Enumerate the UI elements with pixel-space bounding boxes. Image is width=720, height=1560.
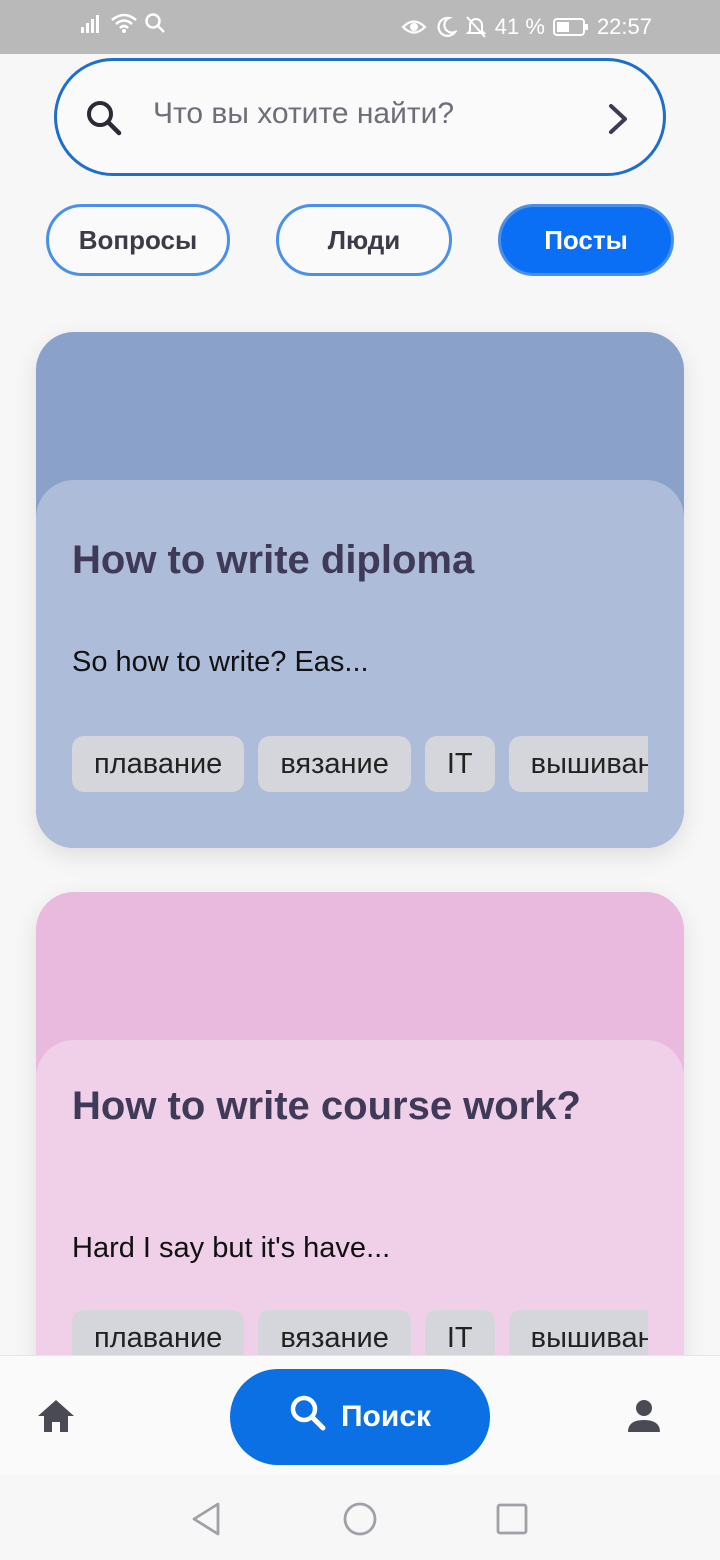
signal-icon — [80, 12, 104, 34]
home-icon[interactable] — [34, 1396, 78, 1441]
back-icon[interactable] — [188, 1501, 224, 1542]
clock: 22:57 — [596, 14, 652, 39]
home-circle-icon[interactable] — [342, 1501, 378, 1542]
tag-chip[interactable]: IT — [424, 736, 495, 792]
bottom-nav: Поиск — [0, 1355, 720, 1475]
filter-people[interactable]: Люди — [276, 204, 452, 276]
recents-icon[interactable] — [494, 1501, 530, 1542]
search-icon — [289, 1394, 327, 1440]
tag-chip[interactable]: вязание — [258, 736, 411, 792]
battery-percent: 41 % — [494, 14, 545, 39]
post-title: How to write diploma — [72, 538, 475, 582]
profile-icon[interactable] — [624, 1396, 664, 1441]
post-tags: плавание вязание IT вышивание — [72, 736, 648, 794]
bell-off-icon — [465, 15, 487, 39]
wifi-icon — [110, 12, 138, 34]
search-nav-label: Поиск — [340, 1400, 432, 1433]
search-icon — [85, 99, 123, 142]
system-nav-bar — [0, 1475, 720, 1560]
tag-chip[interactable]: плавание — [72, 736, 245, 792]
post-excerpt: So how to write? Eas... — [72, 646, 369, 678]
moon-icon — [435, 16, 457, 38]
battery-icon — [552, 17, 589, 37]
search-nav-button[interactable]: Поиск — [230, 1369, 490, 1465]
search-placeholder[interactable]: Что вы хотите найти? — [153, 97, 454, 131]
tag-chip[interactable]: вышивание — [508, 736, 648, 792]
search-screen: 41 % 22:57 Что вы хотите найти? Вопросы … — [0, 0, 720, 1560]
status-bar: 41 % 22:57 — [0, 0, 720, 54]
filter-questions[interactable]: Вопросы — [46, 204, 230, 276]
post-excerpt: Hard I say but it's have... — [72, 1232, 391, 1264]
search-status-icon — [144, 12, 166, 34]
post-title: How to write course work? — [72, 1084, 581, 1128]
search-field[interactable]: Что вы хотите найти? — [54, 58, 666, 176]
eye-icon — [401, 16, 427, 38]
chevron-right-icon[interactable] — [607, 103, 629, 140]
post-card[interactable]: How to write diploma So how to write? Ea… — [36, 332, 684, 848]
filter-posts[interactable]: Посты — [498, 204, 674, 276]
post-card-body: How to write diploma So how to write? Ea… — [36, 480, 684, 848]
